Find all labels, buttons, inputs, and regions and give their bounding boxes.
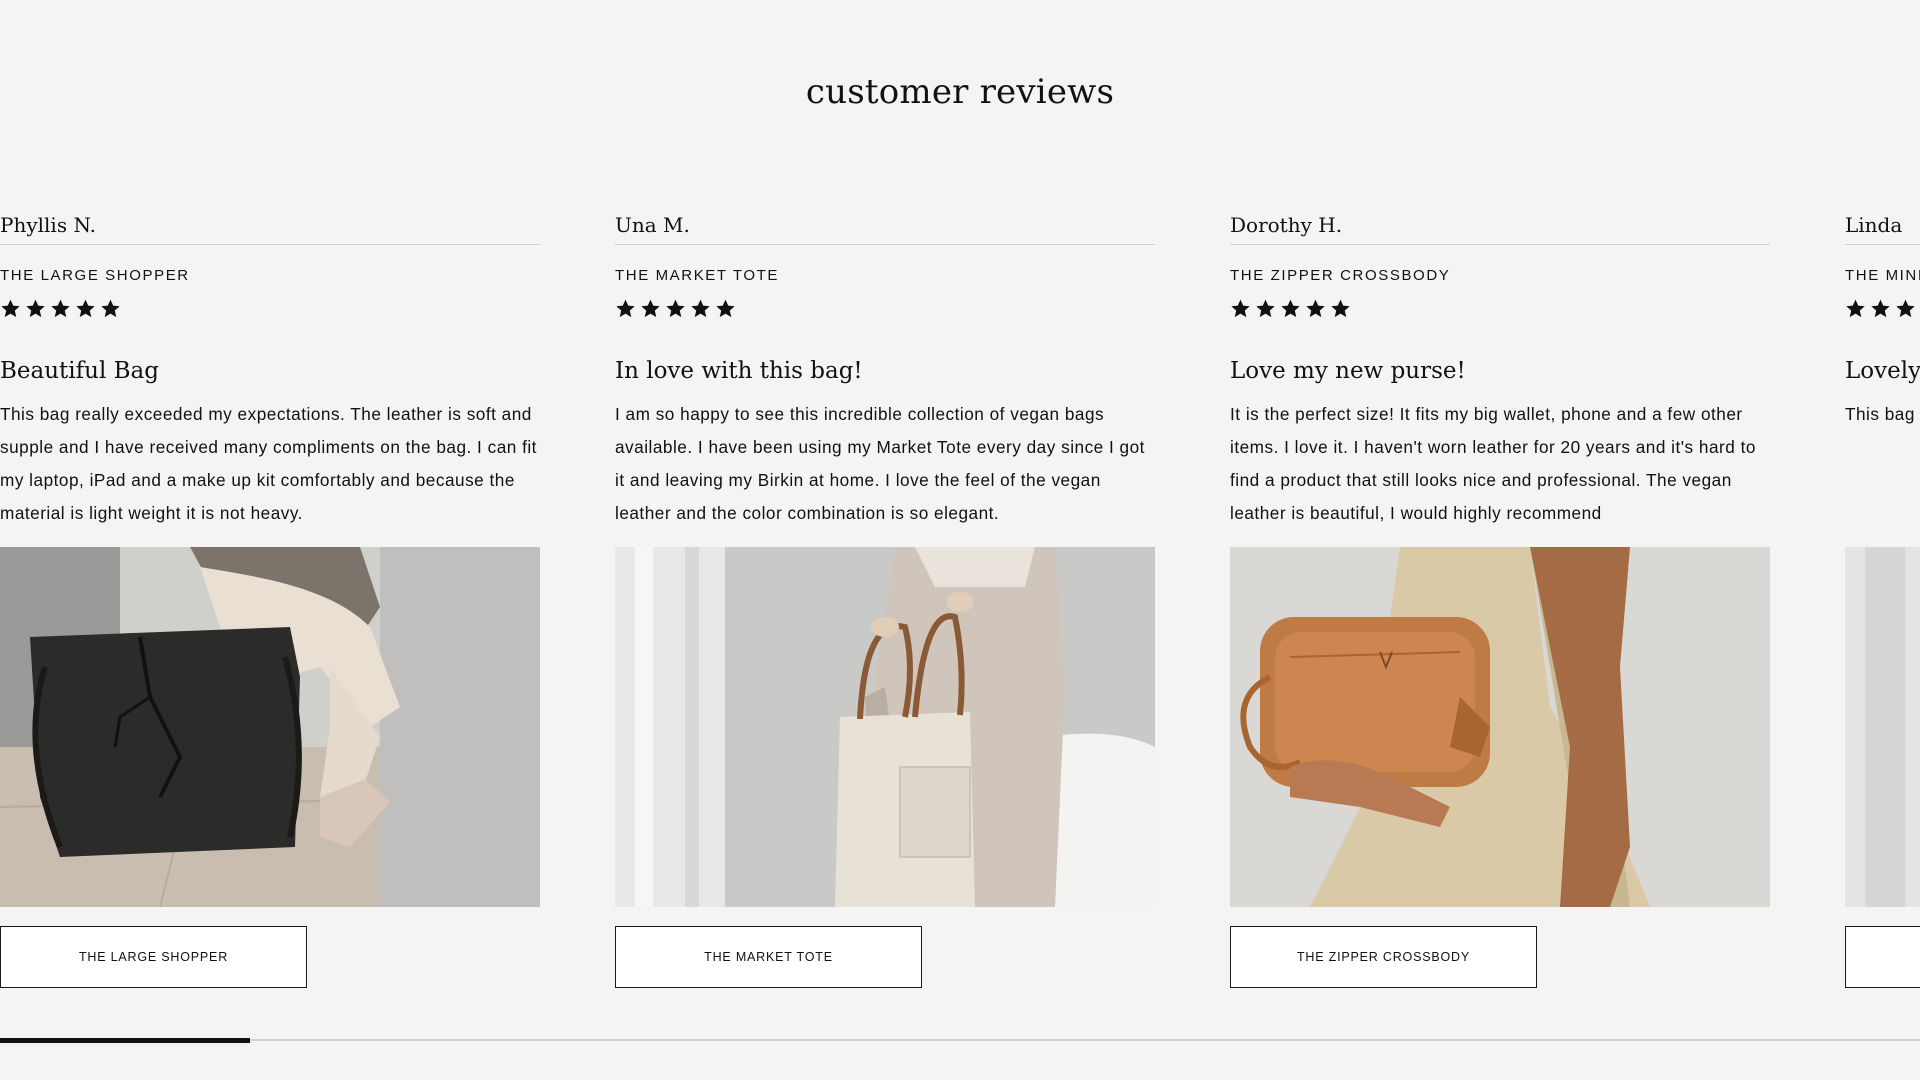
star-icon bbox=[641, 299, 660, 318]
star-icon bbox=[1281, 299, 1300, 318]
shop-product-button[interactable]: THE MARKET TOTE bbox=[615, 926, 922, 988]
star-icon bbox=[26, 299, 45, 318]
review-photo bbox=[1230, 547, 1770, 907]
review-body: It is the perfect size! It fits my big w… bbox=[1230, 404, 1756, 523]
market-tote-photo bbox=[615, 547, 1155, 907]
review-card: Phyllis N. THE LARGE SHOPPER Beautiful B… bbox=[0, 210, 540, 988]
star-icon bbox=[1, 299, 20, 318]
review-card: Dorothy H. THE ZIPPER CROSSBODY Love my … bbox=[1230, 210, 1770, 988]
star-icon bbox=[691, 299, 710, 318]
mini-bag-photo bbox=[1845, 547, 1920, 907]
star-rating bbox=[0, 298, 540, 324]
review-body: This bag of this ba more opt bbox=[1845, 404, 1920, 424]
large-shopper-photo bbox=[0, 547, 540, 907]
review-headline: Love my new purse! bbox=[1230, 358, 1466, 384]
star-icon bbox=[76, 299, 95, 318]
shop-product-button[interactable]: THE ZIPPER CROSSBODY bbox=[1230, 926, 1537, 988]
product-name: THE MARKET TOTE bbox=[615, 267, 780, 284]
carousel-scrollbar[interactable] bbox=[0, 1037, 1920, 1043]
product-name: THE ZIPPER CROSSBODY bbox=[1230, 267, 1451, 284]
star-icon bbox=[716, 299, 735, 318]
product-name: THE LARGE SHOPPER bbox=[0, 267, 190, 284]
reviewer-name: Dorothy H. bbox=[1230, 210, 1770, 245]
star-icon bbox=[1871, 299, 1890, 318]
star-rating bbox=[615, 298, 1155, 324]
review-headline: Beautiful Bag bbox=[0, 358, 159, 384]
product-name: THE MINI bbox=[1845, 267, 1920, 284]
shop-product-button[interactable] bbox=[1845, 926, 1920, 988]
review-photo bbox=[615, 547, 1155, 907]
star-icon bbox=[101, 299, 120, 318]
reviewer-name: Phyllis N. bbox=[0, 210, 540, 245]
review-photo bbox=[0, 547, 540, 907]
star-icon bbox=[1331, 299, 1350, 318]
review-card: Linda THE MINI Lovely This bag of this b… bbox=[1845, 210, 1920, 988]
star-icon bbox=[1896, 299, 1915, 318]
review-photo bbox=[1845, 547, 1920, 907]
review-body: This bag really exceeded my expectations… bbox=[0, 404, 537, 523]
star-icon bbox=[616, 299, 635, 318]
star-icon bbox=[1306, 299, 1325, 318]
shop-product-button[interactable]: THE LARGE SHOPPER bbox=[0, 926, 307, 988]
review-headline: Lovely bbox=[1845, 358, 1920, 384]
star-rating bbox=[1230, 298, 1770, 324]
review-headline: In love with this bag! bbox=[615, 358, 863, 384]
star-icon bbox=[666, 299, 685, 318]
carousel-scrollbar-thumb[interactable] bbox=[0, 1037, 250, 1043]
reviewer-name: Linda bbox=[1845, 210, 1920, 245]
star-icon bbox=[1256, 299, 1275, 318]
zipper-crossbody-photo bbox=[1230, 547, 1770, 907]
review-card: Una M. THE MARKET TOTE In love with this… bbox=[615, 210, 1155, 988]
star-icon bbox=[1846, 299, 1865, 318]
reviewer-name: Una M. bbox=[615, 210, 1155, 245]
star-icon bbox=[51, 299, 70, 318]
star-icon bbox=[1231, 299, 1250, 318]
reviews-carousel[interactable]: Phyllis N. THE LARGE SHOPPER Beautiful B… bbox=[0, 0, 1920, 1040]
star-rating bbox=[1845, 298, 1920, 324]
review-body: I am so happy to see this incredible col… bbox=[615, 404, 1145, 523]
